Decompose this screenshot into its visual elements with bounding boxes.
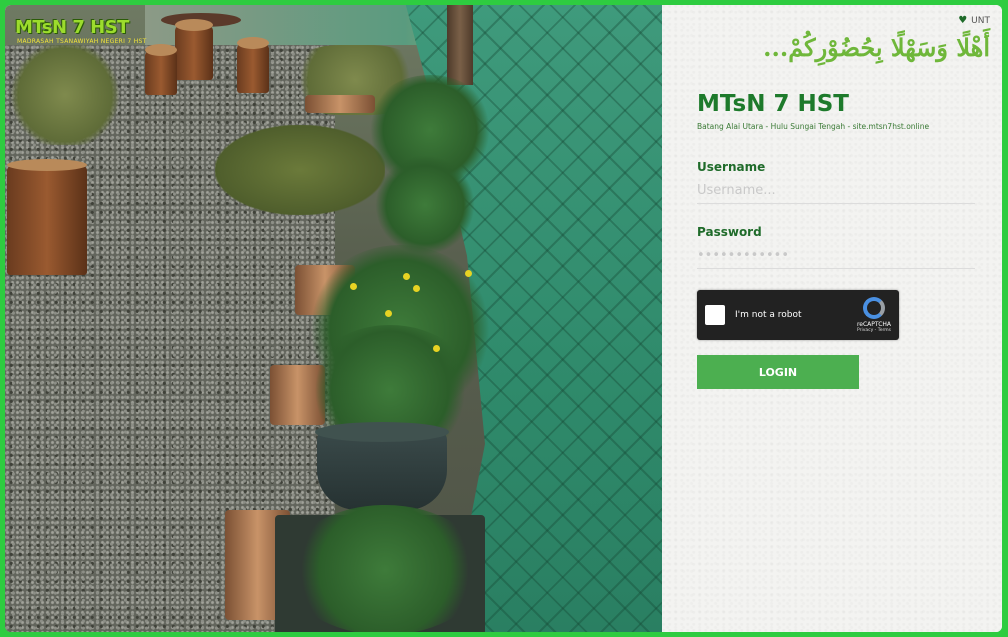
recaptcha-label: I'm not a robot xyxy=(735,310,802,320)
recaptcha-icon xyxy=(862,297,885,319)
photo-flower xyxy=(413,285,420,292)
photo-flower xyxy=(403,273,410,280)
photo-plant xyxy=(285,505,485,632)
school-logo[interactable]: MTsN 7 HST xyxy=(15,17,129,38)
login-button[interactable]: LOGIN xyxy=(697,355,859,389)
page-title: MTsN 7 HST xyxy=(697,91,849,117)
photo-flower xyxy=(433,345,440,352)
photo-stump xyxy=(237,37,269,93)
photo-plant xyxy=(375,155,475,255)
recaptcha-brand: reCAPTCHA Privacy - Terms xyxy=(857,297,891,333)
photo-grass xyxy=(5,45,125,145)
recaptcha-brand-label: reCAPTCHA xyxy=(856,321,891,328)
unt-label: UNT xyxy=(971,15,990,26)
username-input[interactable] xyxy=(697,178,975,204)
photo-stump xyxy=(145,44,177,95)
heart-icon: ♥ xyxy=(958,15,968,26)
page-subtitle: Batang Alai Utara - Hulu Sungai Tengah -… xyxy=(697,122,930,131)
recaptcha-widget: I'm not a robot reCAPTCHA Privacy - Term… xyxy=(697,290,899,340)
photo-tree xyxy=(447,5,473,85)
photo-garden-bed xyxy=(215,125,385,215)
login-panel: ♥ UNT أَهْلًا وَسَهْلًا بِحُضُوْرِكُمْ..… xyxy=(662,5,1002,632)
photo-pot xyxy=(315,422,449,510)
school-logo-tagline: MADRASAH TSANAWIYAH NEGERI 7 HST xyxy=(17,38,147,45)
recaptcha-checkbox[interactable] xyxy=(705,305,725,325)
photo-log xyxy=(305,95,375,113)
password-label: Password xyxy=(697,225,762,239)
background-photo: MTsN 7 HST MADRASAH TSANAWIYAH NEGERI 7 … xyxy=(5,5,662,632)
photo-stump xyxy=(175,19,213,80)
arabic-greeting: أَهْلًا وَسَهْلًا بِحُضُوْرِكُمْ... xyxy=(763,33,990,62)
photo-stump xyxy=(7,159,87,275)
recaptcha-links[interactable]: Privacy - Terms xyxy=(857,328,891,333)
photo-flower xyxy=(350,283,357,290)
unt-link[interactable]: ♥ UNT xyxy=(958,15,990,26)
app-frame: MTsN 7 HST MADRASAH TSANAWIYAH NEGERI 7 … xyxy=(5,5,1002,632)
password-input[interactable] xyxy=(697,243,975,269)
username-label: Username xyxy=(697,160,766,174)
photo-flower xyxy=(385,310,392,317)
photo-flower xyxy=(465,270,472,277)
